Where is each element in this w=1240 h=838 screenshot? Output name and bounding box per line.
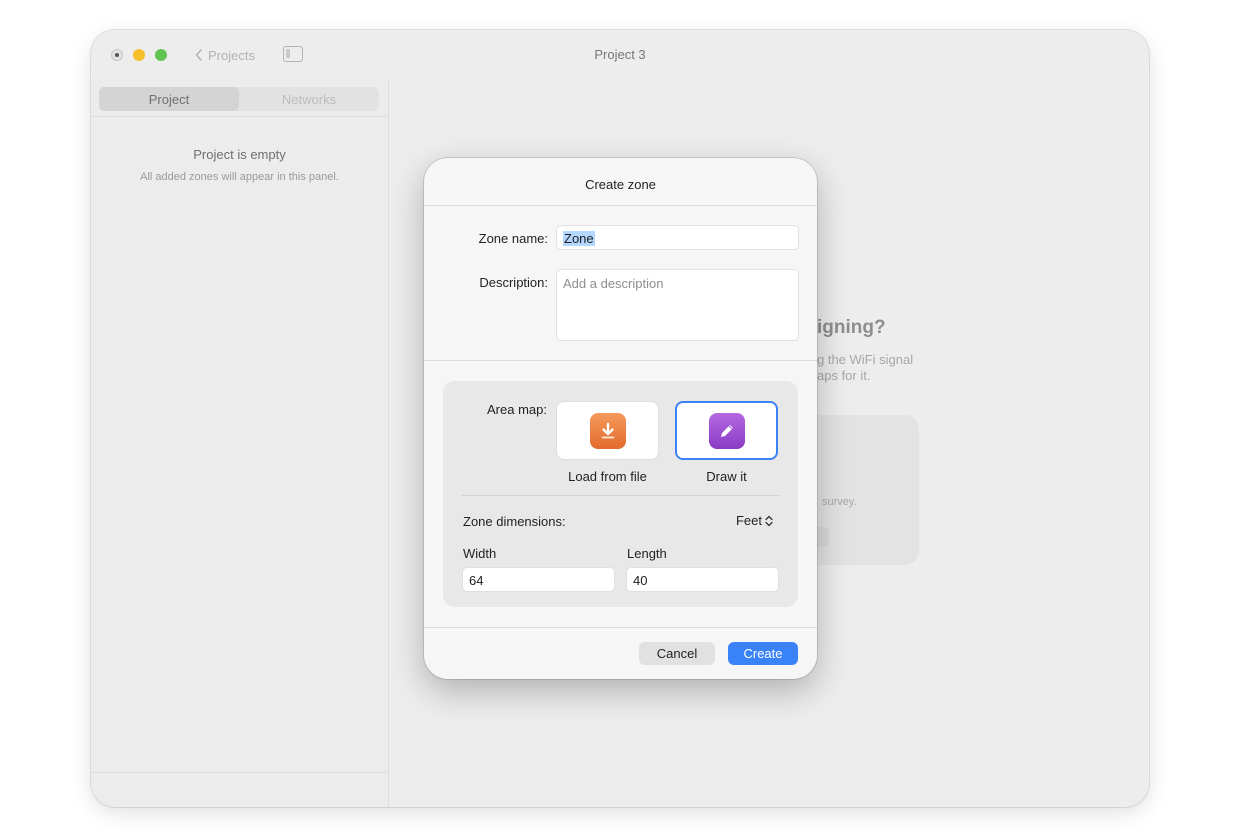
create-button[interactable]: Create [728, 642, 798, 665]
draw-it-option[interactable] [675, 401, 778, 460]
unit-select[interactable]: Feet [736, 513, 773, 528]
dialog-title: Create zone [585, 177, 656, 192]
divider [91, 772, 388, 773]
empty-state-title: Project is empty [193, 147, 286, 162]
background-text: aps for it. [817, 368, 871, 383]
tab-project[interactable]: Project [99, 87, 239, 111]
background-card-text: survey. [822, 496, 857, 508]
length-label: Length [627, 546, 667, 561]
sidebar: Project Networks Project is empty All ad… [91, 80, 389, 807]
create-zone-dialog: Create zone Zone name: Zone Description:… [424, 158, 817, 679]
background-heading: igning? [817, 317, 886, 338]
zone-name-value: Zone [563, 231, 595, 246]
zone-name-label: Zone name: [478, 231, 548, 246]
chevron-up-down-icon [765, 515, 773, 526]
area-map-label: Area map: [487, 402, 547, 417]
width-input[interactable]: 64 [462, 567, 615, 592]
divider [424, 627, 817, 628]
background-text: g the WiFi signal [817, 352, 914, 367]
length-value: 40 [633, 573, 648, 588]
divider [424, 205, 817, 206]
width-value: 64 [469, 573, 484, 588]
divider [462, 495, 779, 496]
unit-value: Feet [735, 513, 762, 528]
divider [424, 360, 817, 361]
length-input[interactable]: 40 [626, 567, 779, 592]
area-map-section: Area map: Load from file Draw it Zone di… [443, 381, 798, 607]
zone-dimensions-label: Zone dimensions: [463, 514, 566, 529]
description-placeholder: Add a description [563, 276, 664, 291]
draw-it-label: Draw it [706, 469, 747, 484]
download-icon [589, 412, 626, 449]
divider [91, 116, 388, 117]
cancel-button[interactable]: Cancel [639, 642, 715, 665]
title-bar: Projects Project 3 [91, 30, 1149, 80]
load-from-file-label: Load from file [568, 469, 647, 484]
window-title: Project 3 [594, 47, 646, 62]
zone-name-input[interactable]: Zone [556, 225, 799, 250]
tab-networks[interactable]: Networks [239, 87, 379, 111]
pencil-icon [708, 412, 745, 449]
width-label: Width [463, 546, 497, 561]
description-input[interactable]: Add a description [556, 269, 799, 341]
empty-state-subtitle: All added zones will appear in this pane… [140, 171, 339, 183]
sidebar-segmented-control: Project Networks [99, 87, 379, 111]
load-from-file-option[interactable] [556, 401, 659, 460]
description-label: Description: [479, 275, 548, 290]
